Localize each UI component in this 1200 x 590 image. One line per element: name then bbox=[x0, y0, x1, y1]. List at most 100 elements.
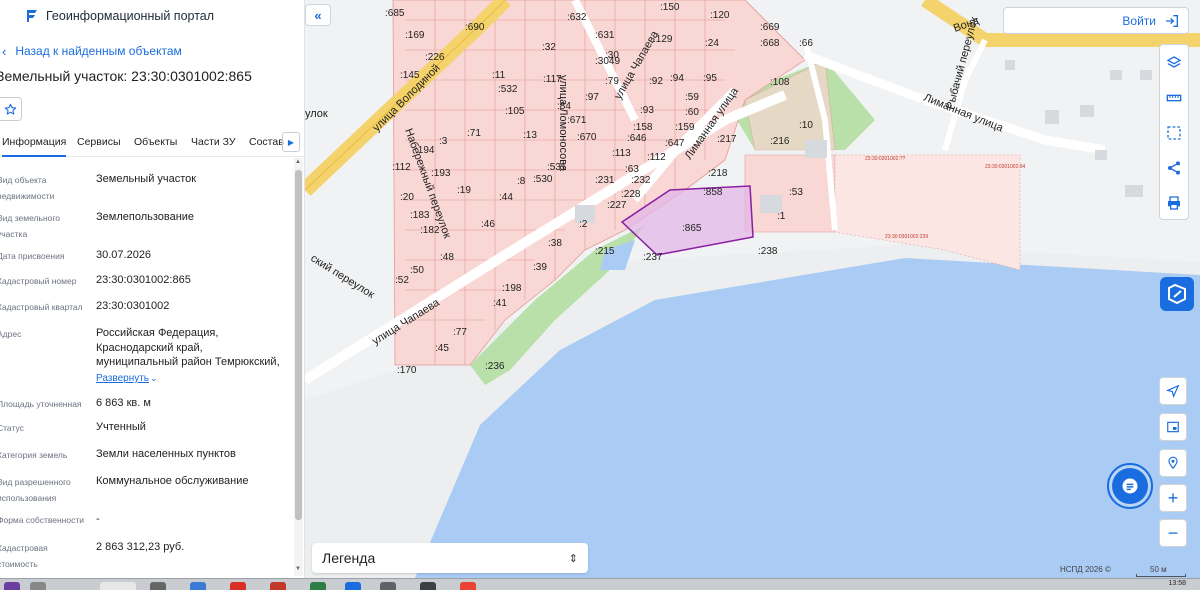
parcel-label[interactable]: :631 bbox=[595, 30, 615, 41]
address-expand-link[interactable]: Развернуть bbox=[96, 373, 149, 384]
parcel-label[interactable]: :105 bbox=[505, 106, 525, 117]
parcel-label[interactable]: :671 bbox=[567, 115, 587, 126]
area-select-button[interactable] bbox=[1160, 116, 1188, 149]
parcel-label[interactable]: :20 bbox=[400, 192, 414, 203]
parcel-label[interactable]: :669 bbox=[760, 22, 780, 33]
minimap-button[interactable] bbox=[1159, 413, 1187, 441]
parcel-label[interactable]: :117 bbox=[543, 74, 562, 85]
parcel-label[interactable]: :92 bbox=[649, 76, 663, 87]
chat-button[interactable] bbox=[1107, 463, 1153, 509]
parcel-label[interactable]: :93 bbox=[640, 105, 654, 116]
parcel-label[interactable]: :238 bbox=[758, 246, 778, 257]
parcel-label[interactable]: :50 bbox=[410, 265, 424, 276]
parcel-label[interactable]: :41 bbox=[493, 298, 507, 309]
ruler-button[interactable] bbox=[1160, 80, 1188, 116]
login-button[interactable]: Войти bbox=[1003, 7, 1189, 34]
parcel-label[interactable]: :108 bbox=[770, 77, 790, 88]
taskbar-app-icon[interactable] bbox=[150, 582, 166, 590]
parcel-label[interactable]: :94 bbox=[670, 73, 684, 84]
taskbar-app-icon[interactable] bbox=[380, 582, 396, 590]
parcel-label[interactable]: :38 bbox=[548, 238, 562, 249]
parcel-label[interactable]: :66 bbox=[799, 38, 813, 49]
panel-scrollbar[interactable]: ▲ ▼ bbox=[294, 158, 303, 576]
taskbar-app-icon[interactable] bbox=[345, 582, 361, 590]
parcel-label[interactable]: :685 bbox=[385, 8, 405, 19]
parcel-label[interactable]: :216 bbox=[770, 136, 790, 147]
parcel-label[interactable]: :13 bbox=[523, 130, 537, 141]
taskbar-app-icon[interactable] bbox=[100, 582, 136, 590]
parcel-label[interactable]: :194 bbox=[415, 145, 435, 156]
parcel-label[interactable]: :530 bbox=[533, 174, 553, 185]
parcel-label[interactable]: :11 bbox=[492, 70, 506, 81]
parcel-label[interactable]: :647 bbox=[665, 138, 685, 149]
taskbar-app-icon[interactable] bbox=[420, 582, 436, 590]
parcel-label[interactable]: :198 bbox=[502, 283, 522, 294]
parcel-label[interactable]: :79 bbox=[605, 76, 619, 87]
parcel-label[interactable]: :63 bbox=[625, 164, 639, 175]
share-button[interactable] bbox=[1160, 149, 1188, 186]
parcel-label[interactable]: :236 bbox=[485, 361, 505, 372]
parcel-label[interactable]: :8 bbox=[517, 176, 526, 187]
parcel-label[interactable]: :183 bbox=[410, 210, 430, 221]
parcel-label[interactable]: :217 bbox=[717, 134, 737, 145]
parcel-label[interactable]: :158 bbox=[633, 122, 653, 133]
parcel-label[interactable]: :532 bbox=[498, 84, 518, 95]
taskbar-app-icon[interactable] bbox=[4, 582, 20, 590]
parcel-label[interactable]: :53 bbox=[789, 187, 803, 198]
parcel-label[interactable]: :32 bbox=[542, 42, 556, 53]
parcel-label[interactable]: :113 bbox=[612, 148, 631, 159]
collapse-panel-button[interactable]: « bbox=[305, 4, 331, 26]
parcel-label[interactable]: :46 bbox=[481, 219, 495, 230]
parcel-label[interactable]: :52 bbox=[395, 275, 409, 286]
parcel-label[interactable]: :112 bbox=[647, 152, 666, 163]
parcel-label[interactable]: :632 bbox=[567, 12, 587, 23]
scroll-up-icon[interactable]: ▲ bbox=[295, 159, 301, 165]
parcel-label[interactable]: :531 bbox=[547, 162, 567, 173]
map-view[interactable]: улица Володиной улица Чапаева улица Чапа… bbox=[305, 0, 1200, 578]
chevron-down-icon[interactable]: ⌄ bbox=[150, 373, 158, 384]
taskbar-app-icon[interactable] bbox=[230, 582, 246, 590]
parcel-label[interactable]: :71 bbox=[467, 128, 481, 139]
layers-button[interactable] bbox=[1160, 45, 1188, 80]
taskbar-app-icon[interactable] bbox=[270, 582, 286, 590]
taskbar-app-icon[interactable] bbox=[30, 582, 46, 590]
parcel-label[interactable]: :112 bbox=[392, 162, 411, 173]
parcel-label[interactable]: :129 bbox=[653, 34, 673, 45]
tab-objects[interactable]: Объекты bbox=[134, 131, 177, 157]
parcel-label[interactable]: :44 bbox=[499, 192, 513, 203]
parcel-label[interactable]: :10 bbox=[799, 120, 813, 131]
parcel-label[interactable]: :232 bbox=[631, 175, 651, 186]
taskbar-app-icon[interactable] bbox=[190, 582, 206, 590]
parcel-label[interactable]: :169 bbox=[405, 30, 425, 41]
tab-parts[interactable]: Части ЗУ bbox=[191, 131, 236, 157]
cadastral-map-button[interactable] bbox=[1160, 277, 1194, 311]
parcel-label[interactable]: :150 bbox=[660, 2, 680, 13]
tab-composition[interactable]: Состав bbox=[249, 131, 284, 157]
parcel-label[interactable]: :170 bbox=[397, 365, 417, 376]
back-to-results-link[interactable]: ‹ Назад к найденным объектам bbox=[0, 42, 182, 60]
parcel-label[interactable]: :77 bbox=[453, 327, 467, 338]
panel-scroll-thumb[interactable] bbox=[295, 170, 302, 520]
parcel-label[interactable]: :39 bbox=[533, 262, 547, 273]
parcel-label[interactable]: :48 bbox=[440, 252, 454, 263]
parcel-label[interactable]: :865 bbox=[682, 223, 702, 234]
parcel-label[interactable]: :182 bbox=[420, 225, 440, 236]
zoom-in-button[interactable]: + bbox=[1159, 484, 1187, 512]
parcel-label[interactable]: :668 bbox=[760, 38, 780, 49]
scroll-down-icon[interactable]: ▼ bbox=[295, 566, 301, 572]
parcel-label[interactable]: :3 bbox=[439, 136, 448, 147]
parcel-label[interactable]: :45 bbox=[435, 343, 449, 354]
parcel-label[interactable]: :231 bbox=[595, 175, 615, 186]
parcel-label[interactable]: :59 bbox=[685, 92, 699, 103]
parcel-label[interactable]: :159 bbox=[675, 122, 695, 133]
parcel-label[interactable]: :24 bbox=[705, 38, 719, 49]
parcel-label[interactable]: :226 bbox=[425, 52, 445, 63]
parcel-label[interactable]: :19 bbox=[457, 185, 471, 196]
legend-toggle[interactable]: Легенда ⇕ bbox=[312, 543, 588, 573]
location-target-button[interactable] bbox=[1159, 449, 1187, 477]
parcel-label[interactable]: :193 bbox=[431, 168, 451, 179]
parcel-label[interactable]: :95 bbox=[703, 73, 717, 84]
my-location-button[interactable] bbox=[1159, 377, 1187, 405]
parcel-label[interactable]: :215 bbox=[595, 246, 615, 257]
taskbar-app-icon[interactable] bbox=[310, 582, 326, 590]
